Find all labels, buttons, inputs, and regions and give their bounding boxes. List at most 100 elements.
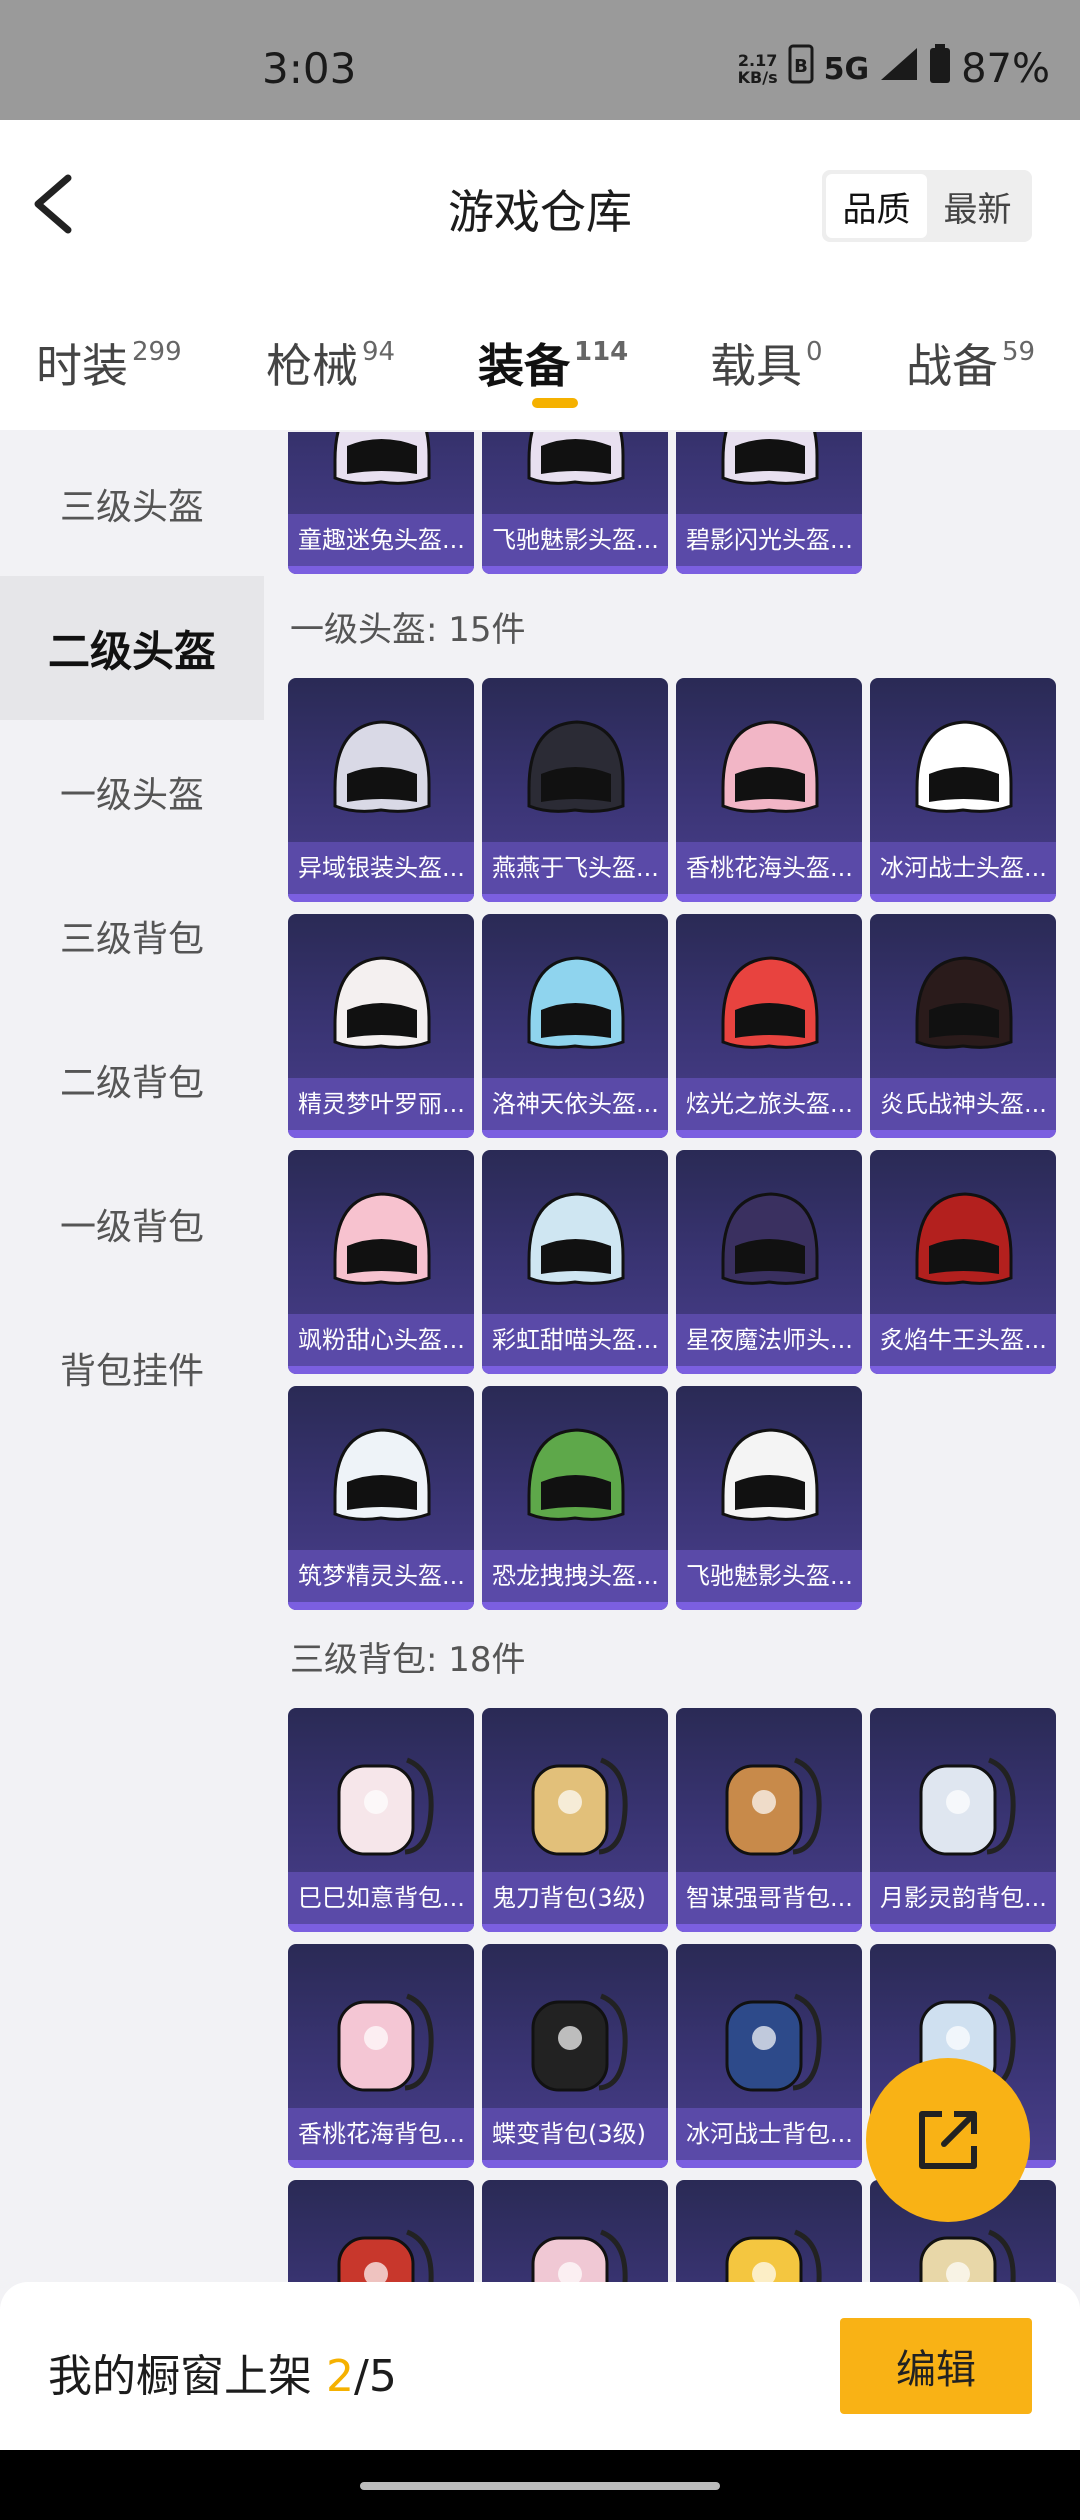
item-label: 飞驰魅影头盔... [676,1550,862,1602]
item-tile[interactable]: 炎氏战神头盔... [870,914,1056,1138]
helmet-icon [915,720,1013,813]
item-label: 筑梦精灵头盔... [288,1550,474,1602]
status-bar: 3:03 2.17 KB/s B 5G 87% [0,0,1080,120]
item-label: 月影灵韵背包... [870,1872,1056,1924]
item-label: 炫光之旅头盔... [676,1078,862,1130]
item-tile[interactable]: 飒粉甜心头盔... [288,1150,474,1374]
backpack-icon [337,1993,434,2092]
item-tile[interactable]: 碧影闪光头盔... [676,432,862,574]
item-tile[interactable]: 香桃花海背包... [288,1944,474,2168]
item-tile[interactable]: 燕燕于飞头盔... [482,678,668,902]
status-icons: 2.17 KB/s B 5G 87% [738,44,1050,94]
item-tile[interactable]: 蝶变背包(3级) [482,1944,668,2168]
item-tile[interactable]: 洛神天依头盔... [482,914,668,1138]
item-rarity-strip [870,1130,1056,1138]
sort-newest-button[interactable]: 最新 [927,174,1028,238]
item-rarity-strip [676,1130,862,1138]
home-gesture-bar[interactable] [360,2482,720,2490]
item-label: 精灵梦叶罗丽... [288,1078,474,1130]
item-rarity-strip [482,2160,668,2168]
backpack-icon [725,1757,822,1856]
sidebar-item-backpack-lv2[interactable]: 二级背包 [0,1008,264,1152]
helmet-icon [527,1192,625,1285]
item-tile[interactable]: 月影灵韵背包... [870,1708,1056,1932]
sim-icon: B [788,44,814,94]
helmet-icon [333,432,431,485]
status-time: 3:03 [262,44,357,93]
item-tile[interactable]: 飞驰魅影头盔... [482,432,668,574]
helmet-icon [915,1192,1013,1285]
tab-supplies[interactable]: 战备 59 [906,330,1035,396]
item-tile[interactable]: 彩虹甜喵头盔... [482,1150,668,1374]
sort-toggle[interactable]: 品质 最新 [822,170,1032,242]
item-tile[interactable]: 香桃花海头盔... [676,678,862,902]
tab-vehicles[interactable]: 载具 0 [710,330,823,396]
item-rarity-strip [676,566,862,574]
item-tile[interactable]: 炙焰牛王头盔... [870,1150,1056,1374]
item-tile[interactable] [676,2180,862,2282]
share-button[interactable] [866,2058,1030,2222]
item-label: 飞驰魅影头盔... [482,514,668,566]
item-label: 恐龙拽拽头盔... [482,1550,668,1602]
item-label: 星夜魔法师头... [676,1314,862,1366]
tab-weapons[interactable]: 枪械 94 [266,330,395,396]
sidebar: 三级头盔 二级头盔 一级头盔 三级背包 二级背包 一级背包 背包挂件 [0,432,264,2282]
item-tile[interactable] [288,2180,474,2282]
item-rarity-strip [288,1924,474,1932]
item-label: 冰河战士背包... [676,2108,862,2160]
item-label: 巳巳如意背包... [288,1872,474,1924]
item-label: 洛神天依头盔... [482,1078,668,1130]
sidebar-item-helmet-lv2[interactable]: 二级头盔 [0,576,264,720]
item-rarity-strip [288,1602,474,1610]
helmet-icon [721,1192,819,1285]
item-rarity-strip [870,1924,1056,1932]
sidebar-item-helmet-lv1[interactable]: 一级头盔 [0,720,264,864]
net-speed: 2.17 KB/s [737,51,778,87]
sidebar-item-backpack-pendant[interactable]: 背包挂件 [0,1296,264,1440]
item-tile[interactable]: 筑梦精灵头盔... [288,1386,474,1610]
item-tile[interactable]: 鬼刀背包(3级) [482,1708,668,1932]
item-rarity-strip [288,1366,474,1374]
sort-quality-button[interactable]: 品质 [826,174,927,238]
item-rarity-strip [676,894,862,902]
item-rarity-strip [676,1602,862,1610]
svg-text:B: B [794,56,808,77]
item-tile[interactable]: 童趣迷兔头盔... [288,432,474,574]
showcase-count: 我的橱窗上架 2/5 [48,2351,397,2402]
item-tile[interactable]: 异域银装头盔... [288,678,474,902]
backpack-icon [725,1993,822,2092]
item-tile[interactable]: 智谋强哥背包... [676,1708,862,1932]
item-label: 童趣迷兔头盔... [288,514,474,566]
edit-button[interactable]: 编辑 [840,2318,1032,2414]
item-label: 鬼刀背包(3级) [482,1872,668,1924]
item-tile[interactable]: 冰河战士背包... [676,1944,862,2168]
item-tile[interactable] [482,2180,668,2282]
backpack-icon [337,2229,434,2282]
item-label: 燕燕于飞头盔... [482,842,668,894]
item-tile[interactable]: 星夜魔法师头... [676,1150,862,1374]
item-label: 冰河战士头盔... [870,842,1056,894]
sidebar-item-helmet-lv3[interactable]: 三级头盔 [0,432,264,576]
helmet-icon [527,432,625,485]
item-tile[interactable]: 精灵梦叶罗丽... [288,914,474,1138]
item-tile[interactable]: 恐龙拽拽头盔... [482,1386,668,1610]
helmet-icon [333,720,431,813]
tab-fashion[interactable]: 时装 299 [36,330,182,396]
item-label: 香桃花海头盔... [676,842,862,894]
item-tile[interactable]: 飞驰魅影头盔... [676,1386,862,1610]
item-grid[interactable]: 一级头盔: 15件 三级背包: 18件 童趣迷兔头盔... 飞驰魅影头盔... 碧影… [264,432,1080,2282]
item-label: 蝶变背包(3级) [482,2108,668,2160]
backpack-icon [531,1757,628,1856]
item-tile[interactable]: 冰河战士头盔... [870,678,1056,902]
category-tabs: 时装 299 枪械 94 装备 114 载具 0 战备 59 [0,320,1080,430]
sidebar-item-backpack-lv3[interactable]: 三级背包 [0,864,264,1008]
sidebar-item-backpack-lv1[interactable]: 一级背包 [0,1152,264,1296]
active-tab-indicator [532,398,578,408]
item-rarity-strip [676,1366,862,1374]
item-tile[interactable]: 巳巳如意背包... [288,1708,474,1932]
tab-equipment[interactable]: 装备 114 [478,330,628,396]
item-tile[interactable]: 炫光之旅头盔... [676,914,862,1138]
battery-level: 87% [961,46,1050,92]
backpack-icon [919,2229,1016,2282]
backpack-icon [725,2229,822,2282]
